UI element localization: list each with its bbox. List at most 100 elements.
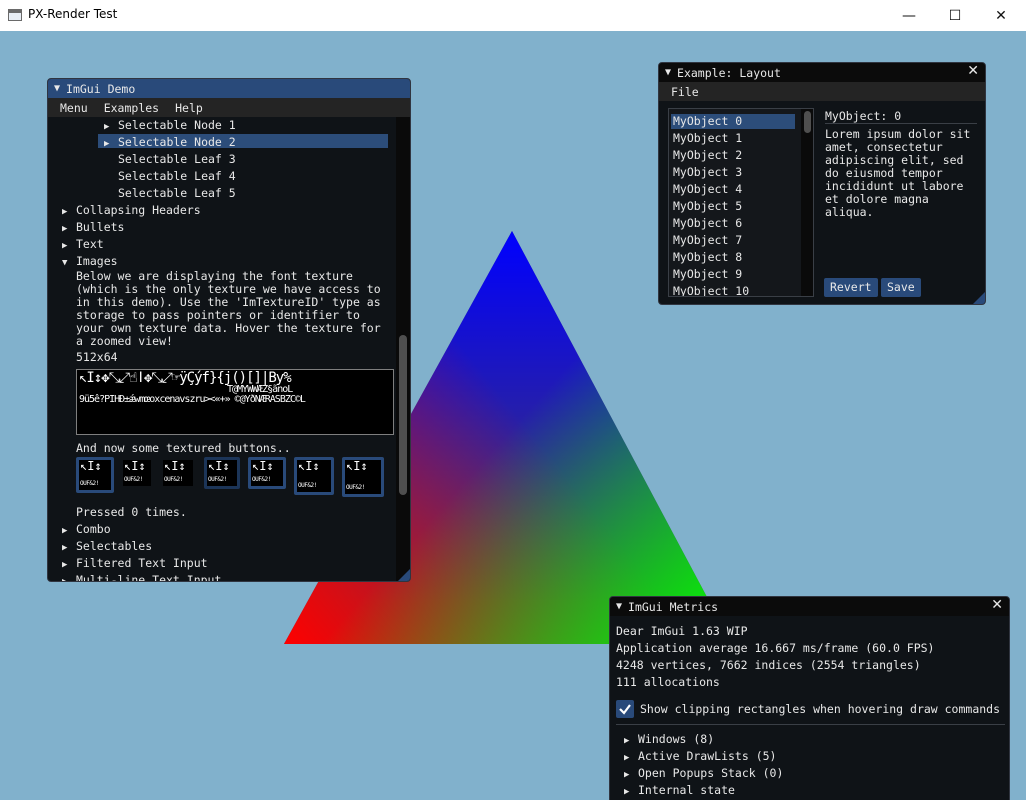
maximize-button[interactable]: ☐ — [932, 0, 978, 31]
menu-menu[interactable]: Menu — [52, 101, 96, 115]
list-item[interactable]: MyObject 0 — [673, 113, 742, 129]
expand-arrow-icon: ▶ — [624, 736, 630, 746]
list-item[interactable]: MyObject 3 — [673, 164, 742, 180]
tree-node[interactable]: ▶ Open Popups Stack (0) — [624, 765, 783, 781]
minimize-button[interactable]: — — [886, 0, 932, 31]
metrics-version: Dear ImGui 1.63 WIP — [616, 624, 748, 638]
menu-examples[interactable]: Examples — [96, 101, 167, 115]
menu-file[interactable]: File — [663, 85, 707, 99]
tree-leaf[interactable]: Selectable Leaf 4 — [118, 168, 236, 184]
metrics-fps: Application average 16.667 ms/frame (60.… — [616, 641, 935, 655]
expand-arrow-icon: ▶ — [624, 787, 630, 797]
imgui-demo-window[interactable]: ▼ ImGui Demo Menu Examples Help ▶ Selecta… — [47, 78, 411, 582]
textured-buttons-label: And now some textured buttons.. — [76, 441, 291, 455]
menu-help[interactable]: Help — [167, 101, 211, 115]
tree-node[interactable]: ▶ Selectable Node 2 — [104, 134, 236, 150]
tree-node[interactable]: ▶ Active DrawLists (5) — [624, 748, 776, 764]
list-item[interactable]: MyObject 4 — [673, 181, 742, 197]
expand-arrow-icon: ▶ — [62, 207, 68, 217]
expand-arrow-icon: ▶ — [62, 526, 68, 536]
demo-scrollbar[interactable] — [396, 117, 410, 581]
textured-button[interactable]: ↖I↕ OUF&2! — [120, 457, 154, 489]
selected-object-heading: MyObject: 0 — [825, 109, 902, 123]
close-button[interactable]: ✕ — [978, 0, 1024, 31]
font-texture-image[interactable]: ↖I↕✥⤡⤢☝ǀ✥⤡⤢☞ÿÇýf}{j()[]|By% T@MYWWÆZ§ãno… — [76, 369, 394, 435]
window-title: PX-Render Test — [28, 7, 118, 21]
textured-buttons-row: ↖I↕ OUF&2! ↖I↕ OUF&2! ↖I↕ OUF&2! ↖I↕ OUF&2! … — [76, 457, 396, 497]
layout-menubar: File — [659, 82, 985, 101]
expand-arrow-icon: ▶ — [624, 770, 630, 780]
close-icon[interactable]: ✕ — [991, 597, 1003, 613]
tree-node[interactable]: ▶ Combo — [62, 521, 111, 537]
expand-arrow-icon: ▶ — [62, 543, 68, 553]
save-button[interactable]: Save — [881, 278, 921, 297]
metrics-title-bar[interactable]: ▼ ImGui Metrics ✕ — [610, 597, 1009, 616]
texture-row: 9ü5ê?PIΗÐ±ǽwmœoxcenavszru><«+» ©@YðNÆRAS… — [79, 394, 306, 405]
list-item[interactable]: MyObject 10 — [673, 283, 749, 296]
close-icon[interactable]: ✕ — [967, 63, 979, 79]
tree-leaf[interactable]: Selectable Leaf 5 — [118, 185, 236, 201]
list-item[interactable]: MyObject 2 — [673, 147, 742, 163]
textured-button[interactable]: ↖I↕ OUF&2! — [248, 457, 286, 489]
separator — [825, 123, 977, 124]
tree-node[interactable]: ▶ Selectable Node 1 — [104, 117, 236, 133]
demo-title-bar[interactable]: ▼ ImGui Demo — [48, 79, 410, 98]
tree-node-open[interactable]: ▼ Images — [62, 253, 118, 269]
metrics-allocations: 111 allocations — [616, 675, 720, 689]
tree-node[interactable]: ▶ Bullets — [62, 219, 124, 235]
window-titlebar: PX-Render Test — ☐ ✕ — [0, 0, 1026, 32]
layout-window[interactable]: ▼ Example: Layout ✕ File MyObject 0 MyOb… — [658, 62, 986, 305]
expand-arrow-icon: ▶ — [624, 753, 630, 763]
collapse-arrow-icon[interactable]: ▼ — [616, 601, 622, 612]
expand-arrow-icon: ▶ — [104, 122, 110, 132]
list-item[interactable]: MyObject 6 — [673, 215, 742, 231]
list-item[interactable]: MyObject 7 — [673, 232, 742, 248]
collapse-arrow-icon[interactable]: ▼ — [54, 83, 60, 94]
tree-node[interactable]: ▶ Selectables — [62, 538, 152, 554]
tree-node[interactable]: ▶ Internal state — [624, 782, 735, 798]
tree-node[interactable]: ▶ Collapsing Headers — [62, 202, 201, 218]
expand-arrow-icon: ▶ — [62, 224, 68, 234]
expand-arrow-icon: ▶ — [104, 139, 110, 149]
metrics-vertices: 4248 vertices, 7662 indices (2554 triang… — [616, 658, 921, 672]
tree-node[interactable]: ▶ Windows (8) — [624, 731, 714, 747]
app-icon — [8, 9, 22, 21]
expand-arrow-icon: ▶ — [62, 560, 68, 570]
object-list[interactable]: MyObject 0 MyObject 1 MyObject 2 MyObjec… — [668, 108, 814, 297]
list-item[interactable]: MyObject 1 — [673, 130, 742, 146]
demo-menubar: Menu Examples Help — [48, 98, 410, 117]
layout-title-bar[interactable]: ▼ Example: Layout ✕ — [659, 63, 985, 82]
collapse-arrow-icon[interactable]: ▼ — [665, 67, 671, 78]
revert-button[interactable]: Revert — [824, 278, 878, 297]
pressed-count-text: Pressed 0 times. — [76, 505, 187, 519]
textured-button[interactable]: ↖I↕ OUF&2! — [294, 457, 334, 495]
resize-grip[interactable] — [398, 569, 410, 581]
check-icon — [619, 704, 631, 715]
textured-button[interactable]: ↖I↕ OUF&2! — [204, 457, 240, 489]
demo-scrollbar-thumb[interactable] — [399, 335, 407, 495]
tree-node[interactable]: ▶Multi-line Text Input — [62, 572, 221, 581]
metrics-title: ImGui Metrics — [628, 599, 719, 614]
tree-node[interactable]: ▶ Filtered Text Input — [62, 555, 208, 571]
expand-arrow-icon: ▶ — [62, 574, 76, 581]
list-scrollbar-thumb[interactable] — [804, 111, 811, 133]
expand-arrow-icon: ▶ — [62, 241, 68, 251]
collapse-arrow-icon: ▼ — [62, 258, 68, 268]
list-item[interactable]: MyObject 5 — [673, 198, 742, 214]
demo-title: ImGui Demo — [66, 81, 136, 96]
clip-rect-checkbox[interactable] — [616, 700, 634, 718]
resize-grip[interactable] — [973, 292, 985, 304]
list-scrollbar[interactable] — [801, 109, 813, 296]
render-viewport: ▼ ImGui Demo Menu Examples Help ▶ Selecta… — [0, 31, 1026, 800]
lorem-text: aliqua. — [825, 205, 874, 219]
list-item[interactable]: MyObject 9 — [673, 266, 742, 282]
metrics-window[interactable]: ▼ ImGui Metrics ✕ Dear ImGui 1.63 WIP Ap… — [609, 596, 1010, 800]
textured-button[interactable]: ↖I↕ OUF&2! — [342, 457, 384, 497]
images-text: a zoomed view! — [76, 334, 173, 348]
textured-button[interactable]: ↖I↕ OUF&2! — [160, 457, 196, 489]
tree-node[interactable]: ▶ Text — [62, 236, 104, 252]
tree-leaf[interactable]: Selectable Leaf 3 — [118, 151, 236, 167]
separator — [616, 724, 1005, 725]
list-item[interactable]: MyObject 8 — [673, 249, 742, 265]
textured-button[interactable]: ↖I↕ OUF&2! — [76, 457, 114, 493]
